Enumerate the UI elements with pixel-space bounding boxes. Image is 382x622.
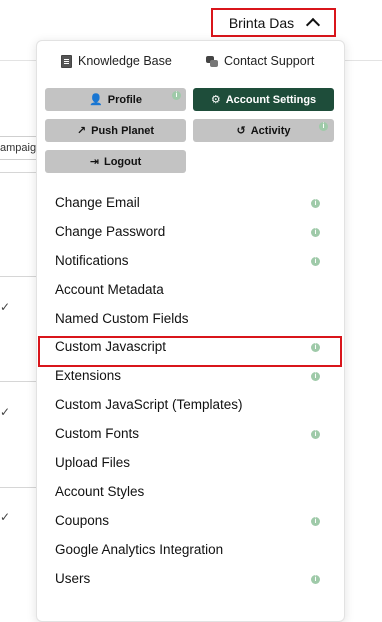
- menu-item-label: Extensions: [55, 368, 122, 384]
- info-icon: i: [319, 122, 328, 131]
- logout-icon: ⇥: [89, 156, 99, 168]
- menu-item-label: Account Metadata: [55, 281, 164, 297]
- contact-support-icon: [206, 55, 218, 67]
- menu-item-change-password[interactable]: Change Password i: [37, 218, 344, 247]
- user-name: Brinta Das: [228, 14, 295, 31]
- menu-item-label: Custom JavaScript (Templates): [55, 397, 243, 413]
- info-icon: i: [311, 199, 320, 208]
- menu-item-upload-files[interactable]: Upload Files: [37, 449, 344, 478]
- menu-item-custom-javascript-templates[interactable]: Custom JavaScript (Templates): [37, 391, 344, 420]
- menu-item-label: Custom Javascript: [55, 339, 167, 355]
- info-icon: i: [311, 430, 320, 440]
- background-checkmark-icon: ✓: [0, 300, 11, 314]
- activity-button[interactable]: ↺ Activity i: [193, 119, 334, 142]
- menu-item-notifications[interactable]: Notifications i: [37, 247, 344, 276]
- menu-item-custom-javascript[interactable]: Custom Javascript i: [37, 333, 344, 362]
- profile-button[interactable]: 👤 Profile i: [45, 88, 186, 111]
- menu-item-label: Google Analytics Integration: [55, 541, 224, 557]
- background-checkmark-icon: ✓: [0, 405, 11, 419]
- background-row: [0, 172, 36, 173]
- info-icon: i: [311, 227, 320, 237]
- menu-item-extensions[interactable]: Extensions i: [37, 362, 344, 391]
- menu-item-label: Change Password: [55, 223, 166, 239]
- account-dropdown: Knowledge Base Contact Support 👤 Profile…: [36, 40, 345, 622]
- chevron-up-icon: [306, 17, 321, 33]
- menu-item-label: Coupons: [55, 512, 110, 528]
- menu-item-google-analytics-integration[interactable]: Google Analytics Integration: [37, 536, 344, 565]
- contact-support-link[interactable]: Contact Support: [206, 51, 314, 71]
- info-icon: i: [311, 516, 320, 526]
- menu-item-custom-fonts[interactable]: Custom Fonts i: [37, 420, 344, 449]
- logout-button[interactable]: ⇥ Logout: [45, 150, 186, 173]
- menu-item-label: Users: [55, 570, 91, 586]
- account-settings-menu: Change Email i Change Password i Notificatio…: [37, 189, 344, 593]
- menu-item-label: Custom Fonts: [55, 426, 140, 442]
- knowledge-base-link[interactable]: Knowledge Base: [61, 51, 172, 71]
- info-icon: i: [311, 256, 320, 266]
- menu-item-users[interactable]: Users i: [37, 565, 344, 594]
- menu-item-label: Upload Files: [55, 455, 131, 471]
- menu-item-label: Change Email: [55, 195, 140, 210]
- menu-item-label: Named Custom Fields: [55, 310, 189, 326]
- history-icon: ↺: [236, 125, 246, 137]
- external-link-icon: ↗: [76, 125, 87, 137]
- menu-item-account-styles[interactable]: Account Styles: [37, 478, 344, 507]
- background-row: [0, 381, 36, 382]
- info-icon: i: [311, 343, 320, 353]
- background-row: [0, 487, 36, 488]
- user-menu-toggle[interactable]: Brinta Das: [211, 8, 336, 37]
- menu-item-coupons[interactable]: Coupons i: [37, 507, 344, 536]
- menu-item-account-metadata[interactable]: Account Metadata: [37, 276, 344, 305]
- person-icon: 👤: [89, 94, 103, 106]
- info-icon: i: [311, 574, 320, 584]
- background-checkmark-icon: ✓: [0, 510, 11, 524]
- menu-item-change-email[interactable]: Change Email i: [37, 189, 344, 218]
- gear-icon: ⚙: [210, 94, 221, 106]
- menu-item-label: Account Styles: [55, 483, 145, 499]
- push-planet-button[interactable]: ↗ Push Planet: [45, 119, 186, 142]
- info-icon: i: [172, 91, 181, 100]
- menu-item-label: Notifications: [55, 252, 129, 268]
- menu-item-named-custom-fields[interactable]: Named Custom Fields: [37, 305, 344, 334]
- account-settings-button[interactable]: ⚙ Account Settings: [193, 88, 334, 111]
- info-icon: i: [311, 372, 320, 382]
- background-row: [0, 276, 36, 277]
- knowledge-base-icon: [61, 54, 72, 68]
